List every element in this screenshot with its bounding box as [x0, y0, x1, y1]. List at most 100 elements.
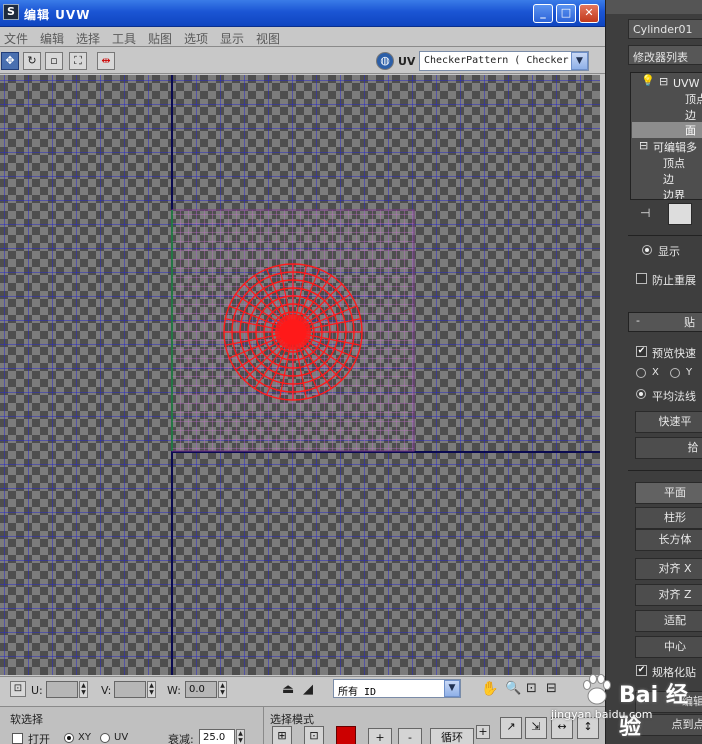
edit-uvw-window: S 编辑 UVW _ □ ✕ 文件 编辑 选择 工具 贴图 选项 显示 视图 ✥… — [0, 0, 605, 744]
planar-button[interactable]: 平面 — [635, 482, 702, 504]
modifier-list-select[interactable]: 修改器列表 — [628, 45, 702, 65]
stack-item-poly-vertex[interactable]: 顶点 — [663, 155, 685, 171]
average-normals-radio[interactable] — [636, 389, 646, 399]
xy-radio[interactable] — [64, 733, 74, 743]
quick-planar-button[interactable]: 快速平 — [635, 411, 702, 433]
app-logo-icon[interactable]: S — [3, 4, 19, 20]
zoom-region-icon[interactable]: ⊡ — [526, 681, 537, 696]
light-bulb-icon[interactable]: 💡 — [641, 74, 655, 87]
v-label: V: — [101, 684, 112, 697]
snap-icon[interactable]: ⊡ — [10, 681, 26, 697]
stack-item-uvw-unwrap[interactable]: UVW 展 — [673, 75, 702, 91]
chevron-down-icon[interactable]: ▼ — [571, 52, 588, 70]
select-face-icon[interactable] — [336, 726, 356, 744]
axis-y-label: Y — [686, 367, 693, 378]
uv-canvas[interactable] — [0, 75, 600, 675]
menu-select[interactable]: 选择 — [76, 30, 100, 47]
uv-radio-label: UV — [114, 732, 129, 743]
menu-display[interactable]: 显示 — [220, 30, 244, 47]
pan-hand-icon[interactable]: ✋ — [481, 681, 498, 697]
select-element-icon[interactable]: ⊞ — [272, 726, 292, 744]
select-edge-loop-icon[interactable]: ⊡ — [304, 726, 324, 744]
selected-face-center — [275, 314, 311, 350]
object-name-field[interactable]: Cylinder01 — [628, 19, 702, 39]
menu-file[interactable]: 文件 — [4, 30, 28, 47]
prevent-relax-label: 防止重展 — [652, 274, 696, 287]
stack-item-edge[interactable]: 边 — [685, 107, 696, 123]
align-x-button[interactable]: 对齐 X — [635, 558, 702, 580]
rotate-ccw-icon[interactable]: ⇲ — [525, 717, 547, 739]
w-field[interactable]: 0.0 — [185, 681, 217, 698]
separator — [628, 235, 702, 236]
rollout-collapse-icon[interactable]: - — [636, 314, 640, 327]
v-field[interactable] — [114, 681, 146, 698]
zoom-icon[interactable]: 🔍 — [505, 681, 521, 696]
u-field[interactable] — [46, 681, 78, 698]
show-seams-radio[interactable] — [642, 245, 652, 255]
minimize-button[interactable]: _ — [533, 4, 553, 23]
cylindrical-button[interactable]: 柱形 — [635, 507, 702, 529]
menu-view[interactable]: 视图 — [256, 30, 280, 47]
baidu-paw-logo — [583, 674, 611, 705]
pin-stack-icon[interactable]: ⊣ — [640, 206, 650, 220]
menu-options[interactable]: 选项 — [184, 30, 208, 47]
mirror-icon[interactable]: ⇹ — [97, 52, 115, 70]
preview-quick-checkbox[interactable]: ✔ — [636, 346, 647, 357]
w-label: W: — [167, 684, 181, 697]
maximize-button[interactable]: □ — [556, 4, 576, 23]
show-end-result-icon[interactable] — [668, 203, 692, 225]
stack-expand-icon[interactable]: ⊟ — [659, 75, 668, 88]
rotate-icon[interactable]: ↻ — [23, 52, 41, 70]
center-button[interactable]: 中心 — [635, 636, 702, 658]
uv-radio[interactable] — [100, 733, 110, 743]
window-title: 编辑 UVW — [24, 8, 91, 22]
loop-button[interactable]: 循环 — [430, 728, 474, 744]
v-spinner[interactable]: ▲ ▼ — [147, 681, 156, 698]
axis-y-radio[interactable] — [670, 368, 680, 378]
command-panel-tabs[interactable] — [606, 0, 702, 14]
prevent-relax-checkbox[interactable] — [636, 273, 647, 284]
id-filter-select[interactable]: 所有 ID — [333, 679, 461, 698]
falloff-spinner[interactable]: ▲ ▼ — [236, 729, 245, 744]
move-icon[interactable]: ✥ — [1, 52, 19, 70]
menu-mapping[interactable]: 贴图 — [148, 30, 172, 47]
app-root: S 编辑 UVW _ □ ✕ 文件 编辑 选择 工具 贴图 选项 显示 视图 ✥… — [0, 0, 702, 744]
scale-icon[interactable]: ▫ — [45, 52, 63, 70]
lock-icon[interactable]: ⏏ — [282, 682, 294, 697]
rotate-cw-icon[interactable]: ↗ — [500, 717, 522, 739]
axis-x-radio[interactable] — [636, 368, 646, 378]
pick-button[interactable]: 拾 — [635, 437, 702, 459]
preview-quick-label: 预览快速 — [652, 347, 696, 360]
grow-selection-button[interactable]: + — [368, 728, 392, 744]
menu-edit[interactable]: 编辑 — [40, 30, 64, 47]
fit-button[interactable]: 适配 — [635, 610, 702, 632]
pick-icon[interactable]: ◢ — [303, 682, 313, 697]
watermark-url: jingyan.baidu.com — [551, 708, 653, 721]
chevron-down-icon[interactable]: ▼ — [444, 680, 460, 697]
stack-item-editable-poly[interactable]: 可编辑多 — [653, 139, 697, 155]
uv-toolbar: ✥ ↻ ▫ ⛶ ⇹ ◍ UV CheckerPattern ( Checker … — [0, 48, 605, 74]
stack-item-face[interactable]: 面 — [632, 122, 702, 138]
shrink-selection-button[interactable]: - — [398, 728, 422, 744]
u-spinner[interactable]: ▲ ▼ — [79, 681, 88, 698]
menu-tools[interactable]: 工具 — [112, 30, 136, 47]
freeform-icon[interactable]: ⛶ — [69, 52, 87, 70]
uv-viewport[interactable] — [0, 75, 600, 675]
selected-faces[interactable] — [223, 263, 363, 401]
loop-plus-button[interactable]: + — [476, 725, 490, 739]
modifier-stack[interactable]: 💡 ⊟ UVW 展 顶点 边 面 ⊟ 可编辑多 顶点 边 边界 — [630, 72, 702, 200]
title-bar[interactable]: S 编辑 UVW _ □ ✕ — [0, 0, 605, 27]
globe-icon[interactable]: ◍ — [376, 52, 394, 70]
texture-select[interactable]: CheckerPattern ( Checker — [419, 51, 589, 71]
w-spinner[interactable]: ▲ ▼ — [218, 681, 227, 698]
box-button[interactable]: 长方体 — [635, 529, 702, 551]
stack-item-poly-edge[interactable]: 边 — [663, 171, 674, 187]
close-button[interactable]: ✕ — [579, 4, 599, 23]
stack-expand-icon[interactable]: ⊟ — [639, 139, 648, 152]
map-rollout-title: 贴 — [684, 316, 695, 329]
stack-item-poly-border[interactable]: 边界 — [663, 187, 685, 199]
falloff-field[interactable]: 25.0 — [199, 729, 235, 744]
align-z-button[interactable]: 对齐 Z — [635, 584, 702, 606]
stack-item-vertex[interactable]: 顶点 — [685, 91, 702, 107]
soft-open-checkbox[interactable] — [12, 733, 23, 744]
